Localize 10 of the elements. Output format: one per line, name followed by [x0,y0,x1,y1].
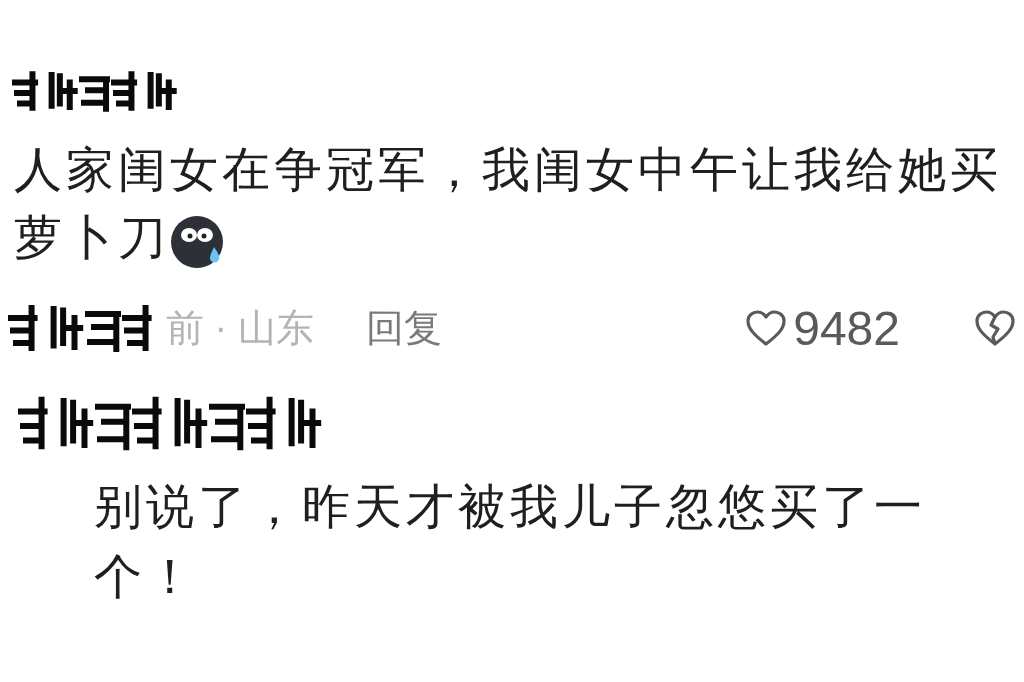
comment-text: 萝卜刀 [14,210,170,266]
comment-text: 别说了，昨天才被我儿子忽悠买了一个！ [94,479,927,605]
broken-heart-icon [974,309,1016,347]
like-button[interactable]: 9482 [745,300,900,356]
heart-icon [745,309,788,347]
like-count: 9482 [793,300,900,356]
comment-text: 人家闺女在争冠军，我闺女中午让我给她买 [14,142,1002,198]
time-location-text: 前 · 山东 [166,305,314,351]
dislike-button[interactable] [974,309,1016,347]
reply-link[interactable]: 回复 [365,302,442,354]
